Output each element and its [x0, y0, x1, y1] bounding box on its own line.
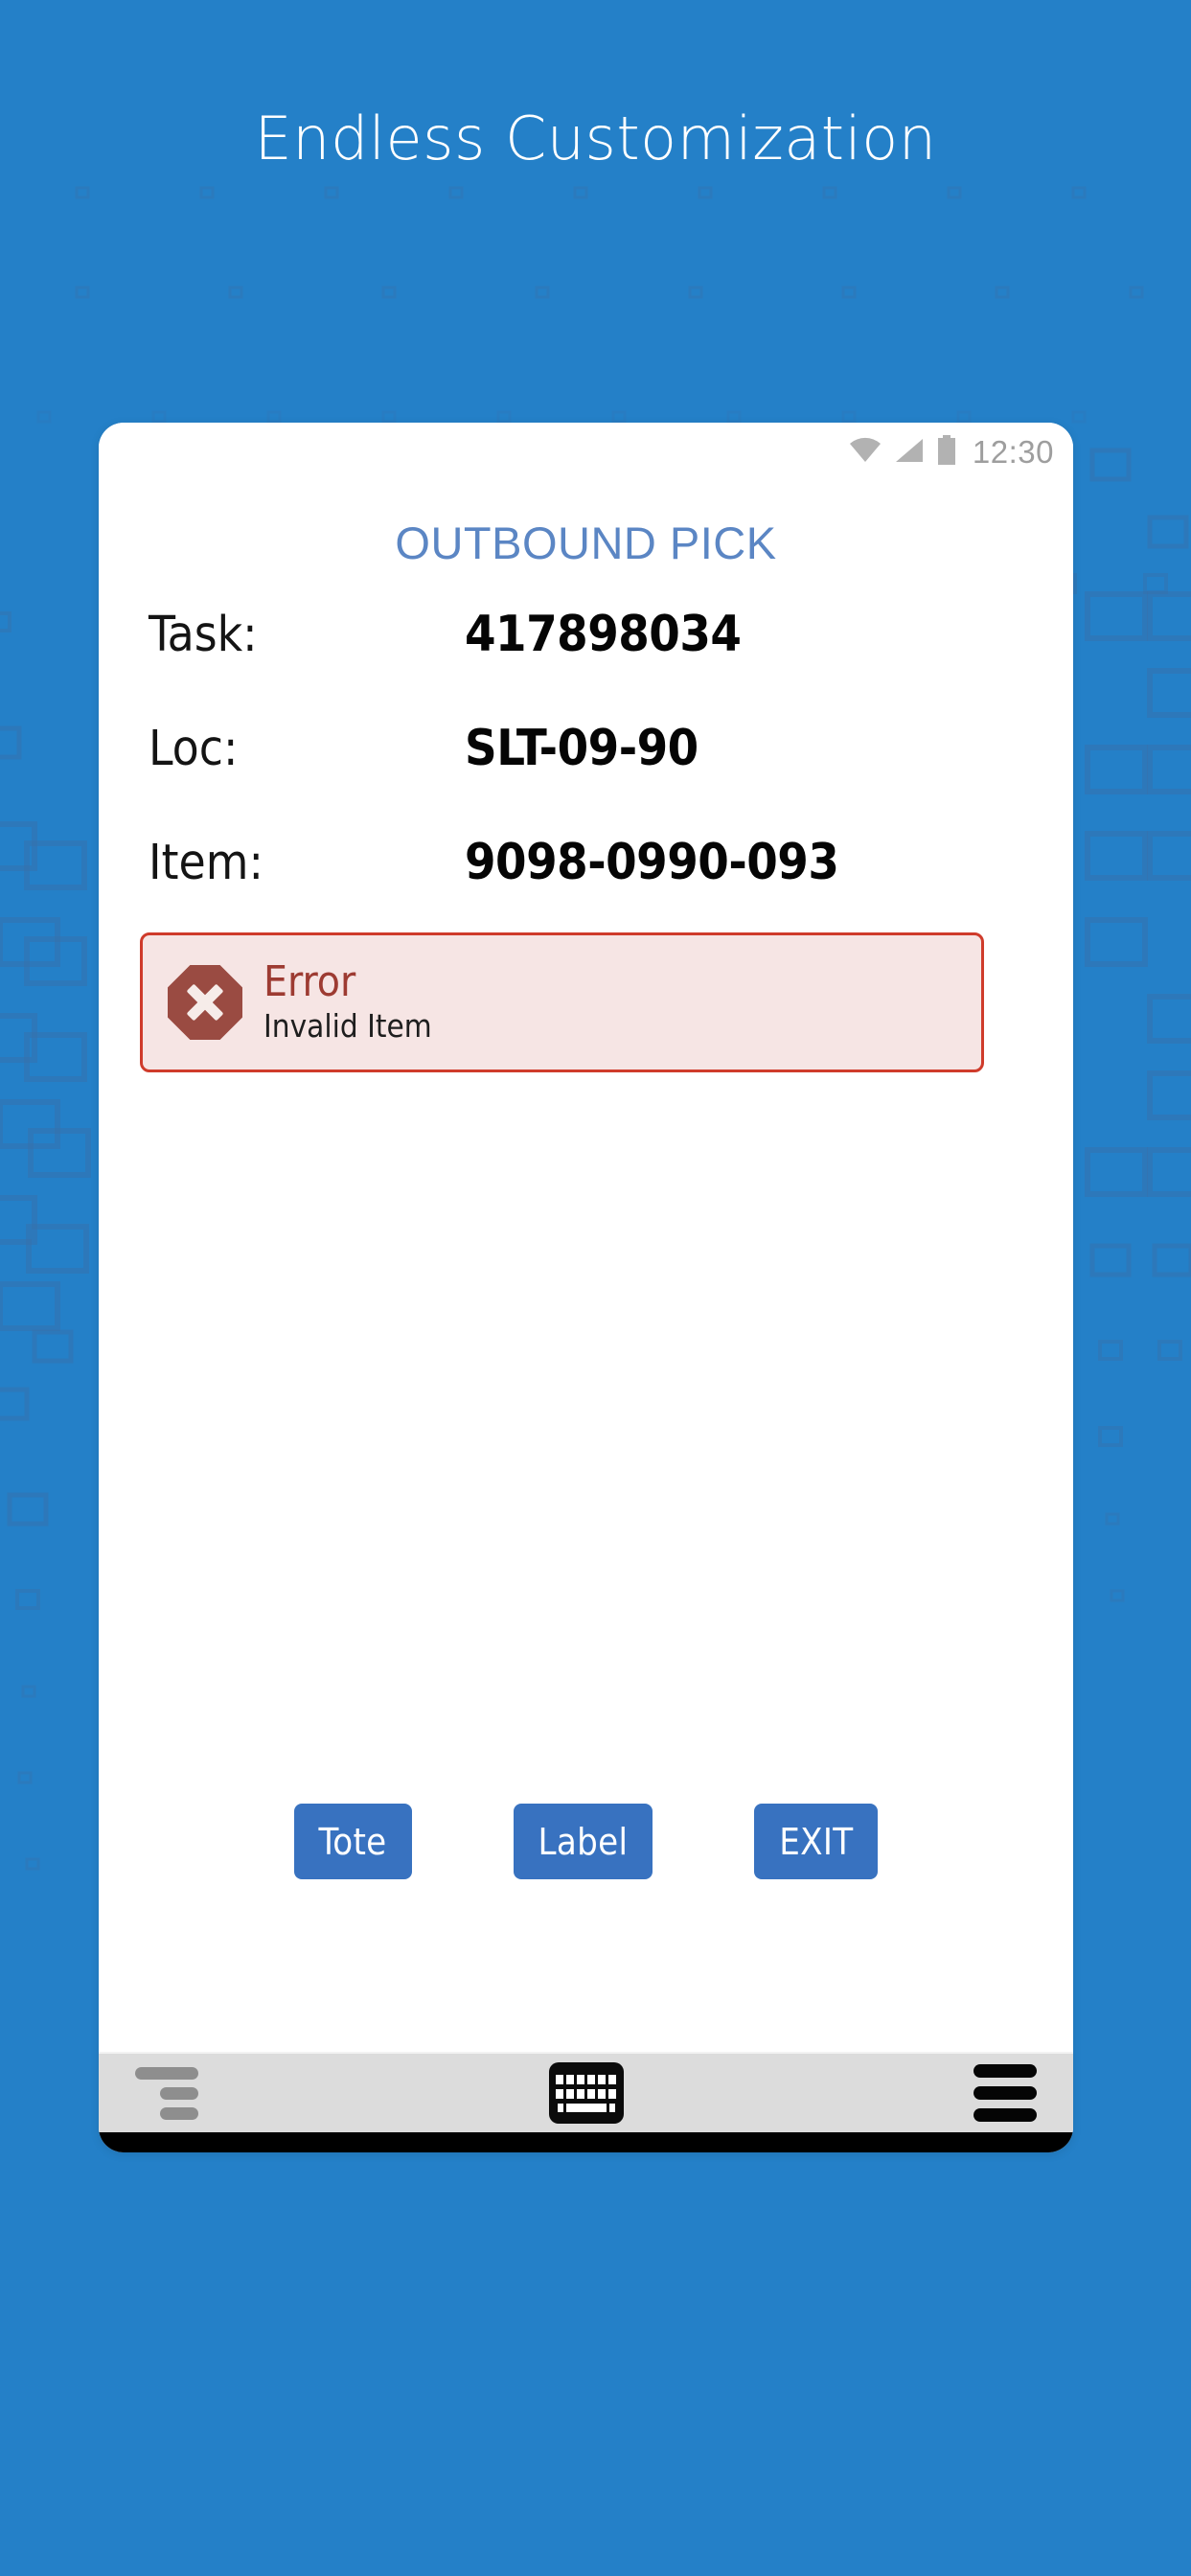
cellular-signal-icon — [894, 437, 925, 469]
error-text-block: Error Invalid Item — [263, 959, 432, 1046]
page-root: Endless Customization 12:30 OUTBOUND PIC… — [0, 0, 1191, 2576]
item-value: 9098-0990-093 — [465, 834, 839, 891]
screen-title: OUTBOUND PICK — [395, 518, 777, 568]
error-title: Error — [263, 957, 356, 1006]
soft-toolbar — [99, 2052, 1073, 2132]
field-row-loc: Loc: SLT-09-90 — [99, 720, 1073, 834]
hamburger-menu-icon[interactable] — [973, 2064, 1037, 2122]
battery-icon — [936, 434, 957, 471]
label-button[interactable]: Label — [513, 1804, 653, 1879]
page-title: Endless Customization — [254, 104, 937, 173]
wifi-icon — [848, 437, 882, 469]
task-label: Task: — [149, 607, 258, 663]
error-message: Invalid Item — [263, 1007, 432, 1045]
task-value: 417898034 — [465, 606, 742, 663]
field-row-task: Task: 417898034 — [99, 606, 1073, 720]
app-screen: OUTBOUND PICK Task: 417898034 Loc: SLT-0… — [99, 482, 1073, 2052]
sort-align-right-icon[interactable] — [135, 2066, 198, 2120]
field-list: Task: 417898034 Loc: SLT-09-90 Item: 909… — [99, 606, 1073, 948]
keyboard-icon[interactable] — [548, 2062, 624, 2124]
item-label: Item: — [149, 835, 263, 891]
status-bar: 12:30 — [99, 423, 1073, 482]
android-nav-bar — [99, 2132, 1073, 2152]
error-alert-banner: Error Invalid Item — [140, 932, 984, 1072]
action-button-row: Tote Label EXIT — [99, 1804, 1073, 1879]
field-row-item: Item: 9098-0990-093 — [99, 834, 1073, 948]
phone-device-mockup: 12:30 OUTBOUND PICK Task: 417898034 Loc:… — [99, 423, 1073, 2152]
loc-value: SLT-09-90 — [465, 720, 699, 777]
loc-label: Loc: — [149, 721, 239, 777]
status-bar-clock: 12:30 — [972, 434, 1054, 470]
exit-button[interactable]: EXIT — [754, 1804, 879, 1879]
tote-button[interactable]: Tote — [293, 1804, 412, 1879]
error-octagon-icon — [168, 965, 242, 1040]
